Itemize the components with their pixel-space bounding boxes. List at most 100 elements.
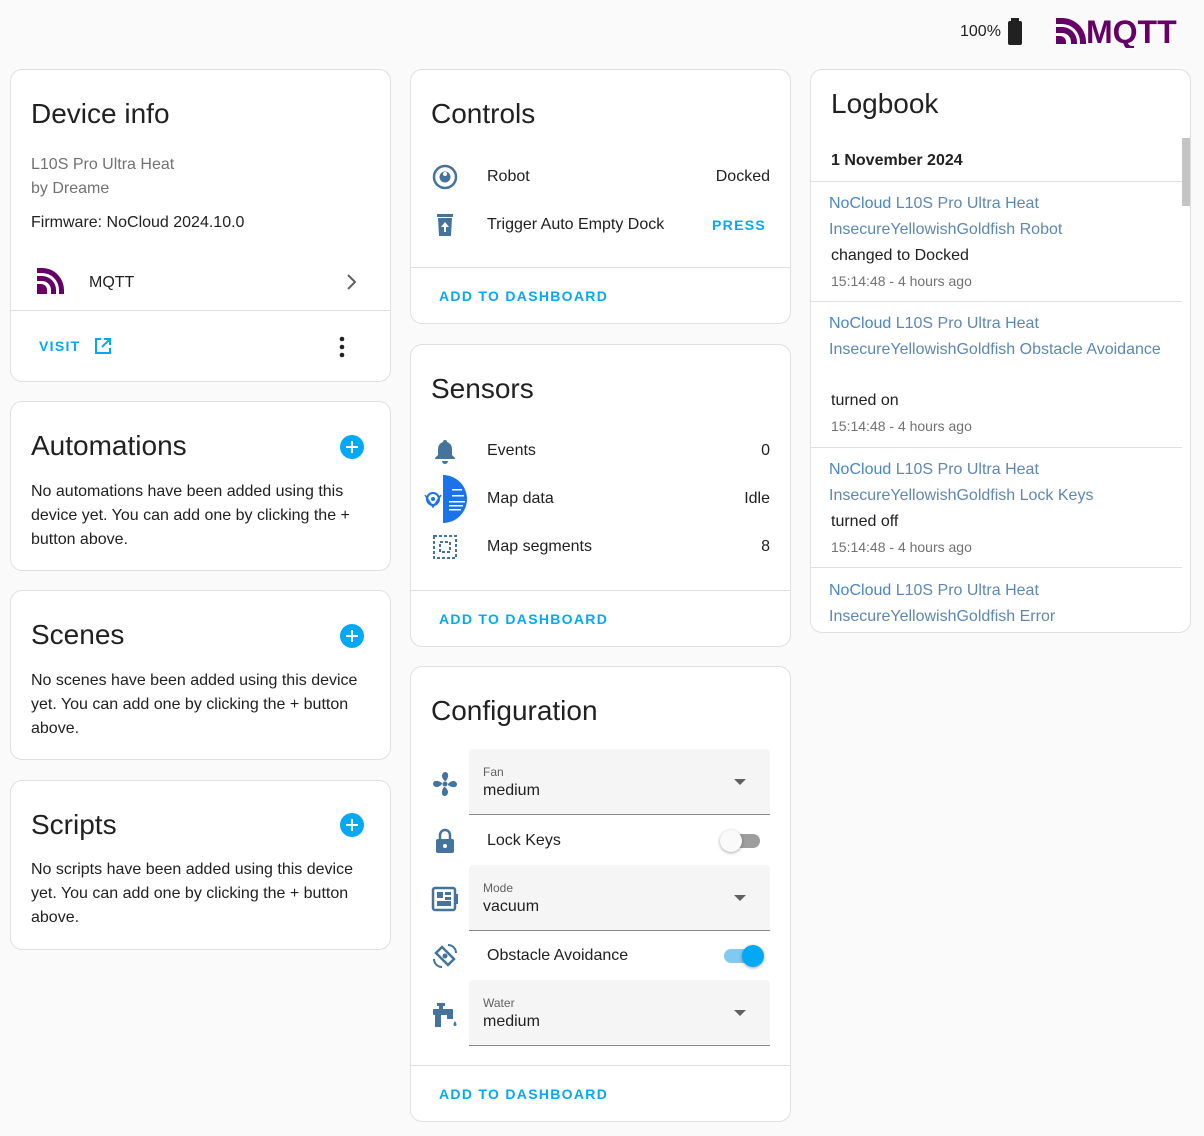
dropdown-arrow-icon bbox=[734, 895, 746, 901]
sensor-value: 8 bbox=[761, 538, 770, 555]
sensor-label: Map segments bbox=[487, 538, 592, 555]
log-entry-time: 15:14:48 - 4 hours ago bbox=[831, 418, 972, 434]
visit-button[interactable]: VISIT bbox=[39, 334, 113, 358]
fan-select[interactable]: Fan medium bbox=[469, 749, 770, 815]
water-select-label: Water bbox=[483, 996, 515, 1010]
configuration-card: Configuration Fan medium Lock Keys Mode … bbox=[410, 666, 791, 1122]
log-entry: NoCloud L10S Pro Ultra Heat InsecureYell… bbox=[811, 302, 1182, 448]
log-entry-time: 15:14:48 - 4 hours ago bbox=[831, 539, 972, 555]
add-to-dashboard-button[interactable]: ADD TO DASHBOARD bbox=[439, 611, 608, 627]
scripts-title: Scripts bbox=[31, 809, 117, 840]
configuration-title: Configuration bbox=[431, 695, 598, 726]
control-row-trigger-auto-empty: Trigger Auto Empty Dock PRESS bbox=[411, 201, 790, 249]
mode-select[interactable]: Mode vacuum bbox=[469, 865, 770, 931]
control-label: Robot bbox=[487, 168, 530, 185]
visit-label: VISIT bbox=[39, 338, 81, 354]
water-select[interactable]: Water medium bbox=[469, 980, 770, 1046]
add-automation-button[interactable] bbox=[340, 435, 364, 459]
segments-icon bbox=[431, 533, 459, 561]
map-thumbnail-icon bbox=[419, 475, 471, 523]
logbook-date: 1 November 2024 bbox=[831, 152, 963, 169]
sensor-value: Idle bbox=[744, 490, 770, 507]
device-info-card: Device info L10S Pro Ultra Heat by Dream… bbox=[10, 69, 391, 382]
water-tap-icon bbox=[431, 1001, 459, 1034]
scripts-empty-text: No scripts have been added using this de… bbox=[31, 861, 353, 926]
battery-icon bbox=[1006, 18, 1024, 51]
scenes-empty-text: No scenes have been added using this dev… bbox=[31, 672, 358, 737]
dropdown-arrow-icon bbox=[734, 1010, 746, 1016]
divider bbox=[411, 590, 790, 591]
fan-icon bbox=[431, 770, 459, 803]
controls-title: Controls bbox=[431, 98, 536, 129]
lock-keys-row: Lock Keys bbox=[411, 817, 790, 865]
divider bbox=[411, 267, 790, 268]
log-entry-name[interactable]: NoCloud L10S Pro Ultra Heat InsecureYell… bbox=[829, 457, 1172, 509]
mode-icon bbox=[431, 886, 459, 917]
log-entry: NoCloud L10S Pro Ultra Heat InsecureYell… bbox=[811, 182, 1182, 302]
fan-select-label: Fan bbox=[483, 765, 504, 779]
scripts-card: Scripts No scripts have been added using… bbox=[10, 780, 391, 950]
log-entry-name[interactable]: NoCloud L10S Pro Ultra Heat InsecureYell… bbox=[829, 191, 1172, 243]
device-manufacturer: by Dreame bbox=[31, 180, 110, 197]
sensor-row-events[interactable]: Events 0 bbox=[411, 427, 790, 475]
sensors-title: Sensors bbox=[431, 373, 534, 404]
controls-card: Controls Robot Docked Trigger Auto Empty… bbox=[410, 69, 791, 324]
water-select-value: medium bbox=[483, 1013, 540, 1030]
dropdown-arrow-icon bbox=[734, 779, 746, 785]
automations-title: Automations bbox=[31, 430, 187, 461]
battery-level: 100% bbox=[960, 23, 1001, 40]
scenes-card: Scenes No scenes have been added using t… bbox=[10, 590, 391, 760]
open-in-new-icon bbox=[93, 336, 113, 356]
lock-icon bbox=[431, 827, 459, 855]
mqtt-logo: MQTT bbox=[1054, 14, 1186, 53]
log-entry-name[interactable]: NoCloud L10S Pro Ultra Heat InsecureYell… bbox=[829, 578, 1172, 630]
integration-row[interactable]: MQTT bbox=[11, 260, 390, 304]
control-row-robot[interactable]: Robot Docked bbox=[411, 153, 790, 201]
obstacle-avoidance-label: Obstacle Avoidance bbox=[487, 947, 629, 964]
sensors-card: Sensors Events 0 Map data Idle Map segme… bbox=[410, 344, 791, 647]
divider bbox=[11, 310, 390, 311]
chevron-right-icon bbox=[345, 272, 359, 297]
log-entry: NoCloud L10S Pro Ultra Heat InsecureYell… bbox=[811, 448, 1182, 568]
mode-select-value: vacuum bbox=[483, 898, 540, 915]
logbook-card: Logbook 1 November 2024 NoCloud L10S Pro… bbox=[810, 69, 1191, 633]
log-entry-name[interactable]: NoCloud L10S Pro Ultra Heat InsecureYell… bbox=[829, 311, 1172, 363]
sensor-row-map-data[interactable]: Map data Idle bbox=[411, 475, 790, 523]
integration-name: MQTT bbox=[89, 274, 135, 291]
automations-empty-text: No automations have been added using thi… bbox=[31, 483, 350, 548]
log-entry: NoCloud L10S Pro Ultra Heat InsecureYell… bbox=[811, 568, 1182, 632]
sensor-label: Map data bbox=[487, 490, 554, 507]
press-button[interactable]: PRESS bbox=[712, 217, 766, 233]
log-entry-time: 15:14:48 - 4 hours ago bbox=[831, 273, 972, 289]
add-to-dashboard-button[interactable]: ADD TO DASHBOARD bbox=[439, 1086, 608, 1102]
device-info-title: Device info bbox=[31, 98, 170, 129]
log-entry-message: changed to Docked bbox=[831, 247, 969, 264]
sensor-wave-icon bbox=[431, 942, 459, 970]
control-value: Docked bbox=[715, 168, 770, 185]
obstacle-avoidance-row: Obstacle Avoidance bbox=[411, 932, 790, 980]
log-entry-message: turned off bbox=[831, 513, 899, 530]
control-label: Trigger Auto Empty Dock bbox=[487, 216, 665, 233]
add-script-button[interactable] bbox=[340, 813, 364, 837]
add-scene-button[interactable] bbox=[340, 624, 364, 648]
device-model: L10S Pro Ultra Heat bbox=[31, 156, 175, 173]
lock-keys-toggle[interactable] bbox=[720, 830, 764, 852]
more-vert-icon[interactable] bbox=[337, 336, 347, 363]
robot-vacuum-icon bbox=[431, 163, 459, 191]
add-to-dashboard-button[interactable]: ADD TO DASHBOARD bbox=[439, 288, 608, 304]
scenes-title: Scenes bbox=[31, 619, 125, 650]
sensor-label: Events bbox=[487, 442, 536, 459]
automations-card: Automations No automations have been add… bbox=[10, 401, 391, 571]
bell-icon bbox=[431, 437, 459, 465]
top-bar: 100% MQTT bbox=[0, 0, 1204, 64]
fan-select-value: medium bbox=[483, 782, 540, 799]
obstacle-avoidance-toggle[interactable] bbox=[720, 945, 764, 967]
divider bbox=[411, 1065, 790, 1066]
logbook-scrollbar[interactable] bbox=[1182, 138, 1190, 206]
mqtt-icon bbox=[35, 266, 65, 301]
sensor-row-map-segments[interactable]: Map segments 8 bbox=[411, 523, 790, 571]
svg-text:MQTT: MQTT bbox=[1086, 14, 1177, 48]
log-entry-message: turned on bbox=[831, 392, 899, 409]
logbook-title: Logbook bbox=[831, 88, 939, 119]
mode-select-label: Mode bbox=[483, 881, 514, 895]
